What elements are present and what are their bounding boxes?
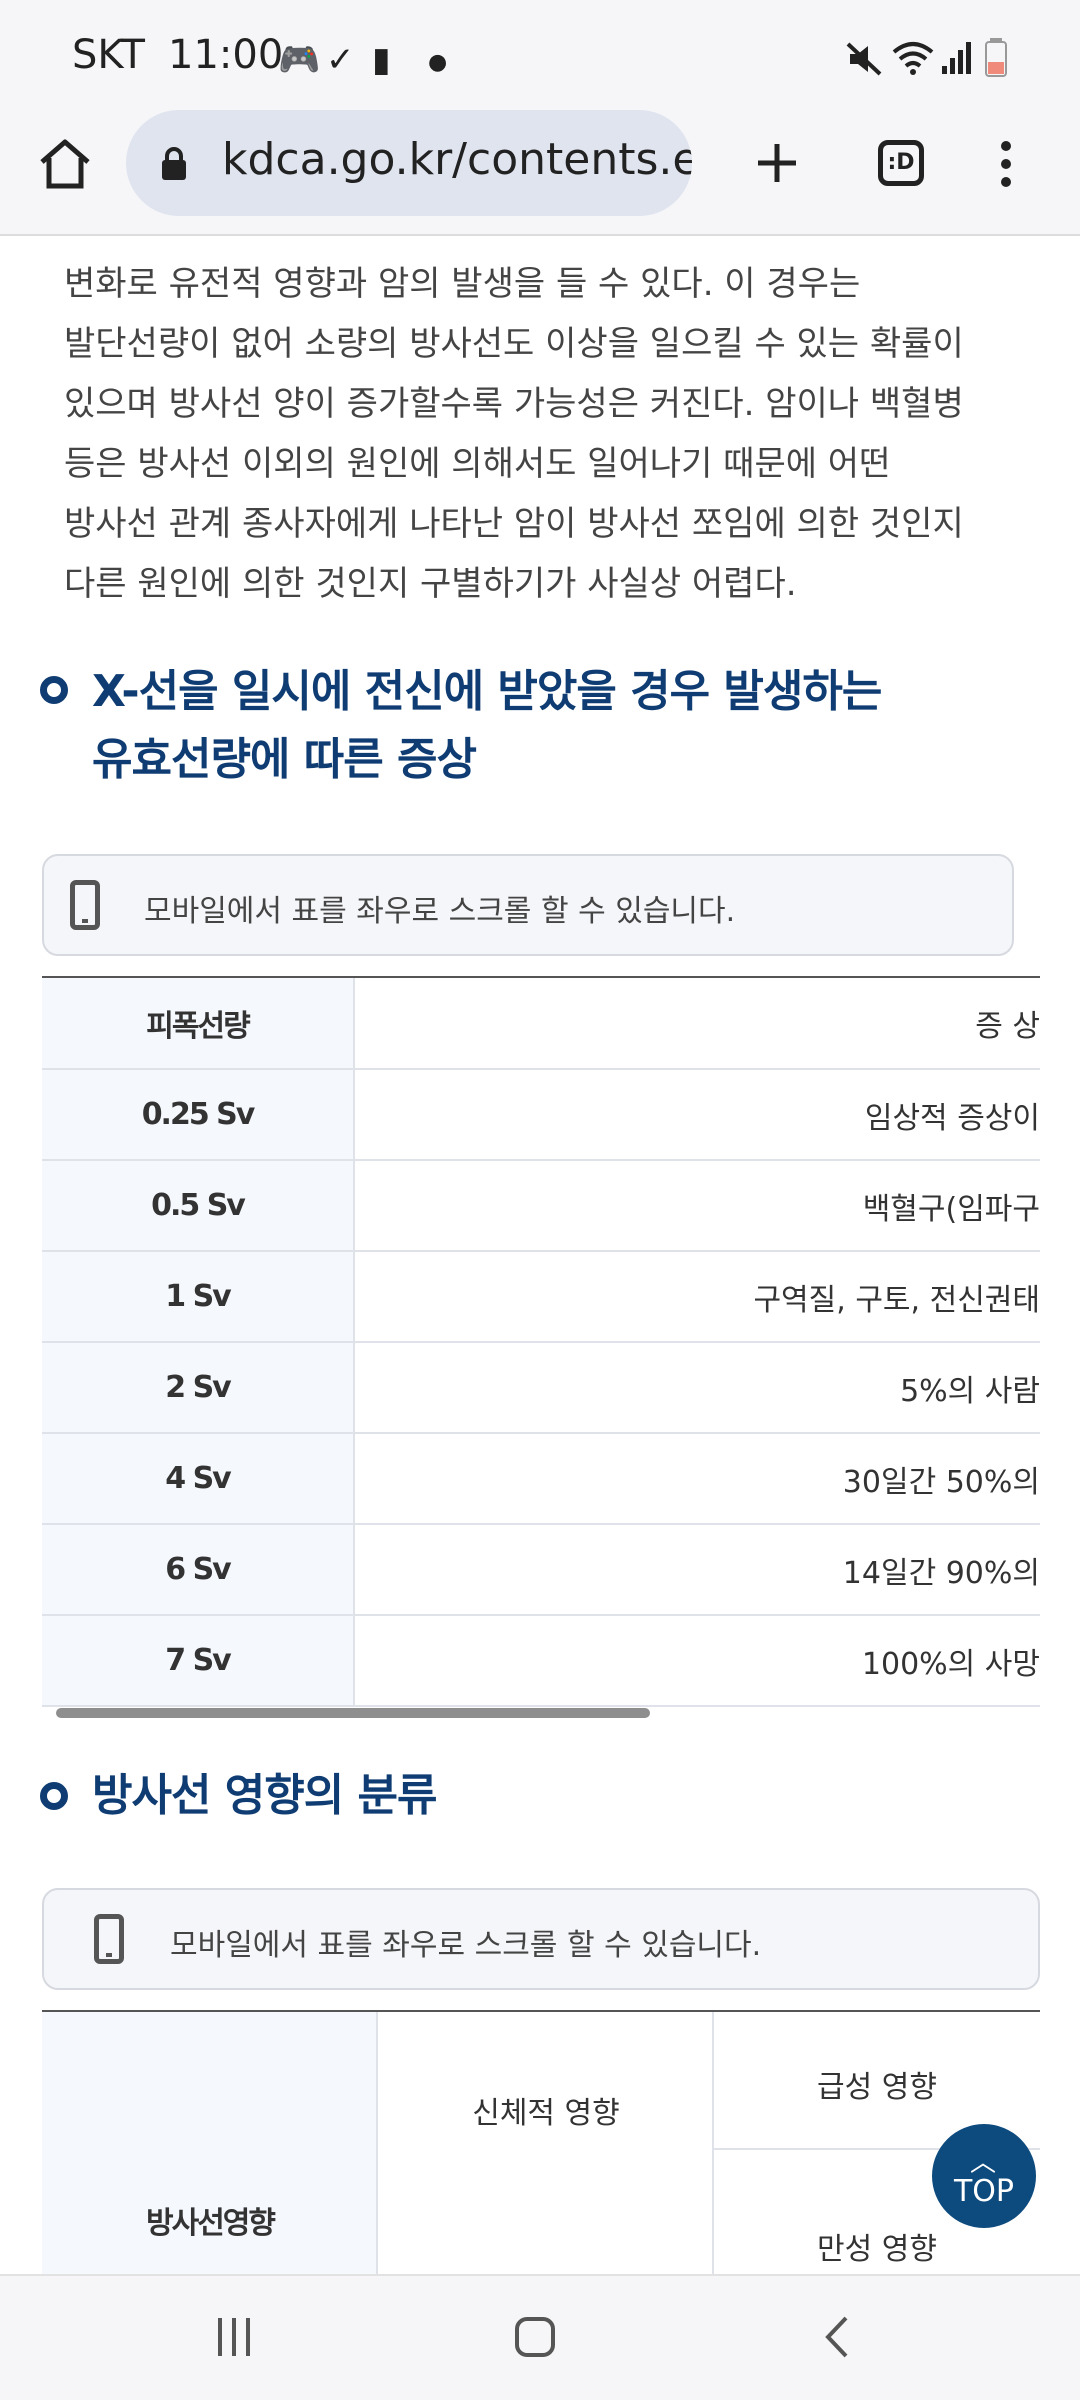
more-menu-icon[interactable] bbox=[996, 138, 1016, 190]
carrier-label: SKT bbox=[72, 32, 145, 78]
section-bullet-icon bbox=[40, 676, 68, 704]
check-download-icon: ✓ bbox=[326, 40, 355, 80]
physical-effect-cell: 신체적 영향 bbox=[378, 2012, 714, 2274]
row-header-label: 방사선영향 bbox=[146, 2206, 276, 2241]
section-title: X-선을 일시에 전신에 받았을 경우 발생하는 유효선량에 따른 증상 bbox=[92, 658, 882, 794]
table-row: 0.25 Sv 임상적 증상이 bbox=[42, 1069, 1040, 1161]
chronic-effect-label: 만성 영향 bbox=[817, 2232, 937, 2267]
table-row: 1 Sv 구역질, 구토, 전신권태 bbox=[42, 1251, 1040, 1343]
table-horizontal-scrollbar[interactable] bbox=[56, 1708, 650, 1718]
system-navigation-bar bbox=[0, 2274, 1080, 2400]
recent-apps-icon[interactable] bbox=[214, 2316, 254, 2358]
scroll-to-top-button[interactable]: ︿ TOP bbox=[932, 2124, 1036, 2228]
intro-line: 변화로 유전적 영향과 암의 발생을 들 수 있다. 이 경우는 bbox=[64, 264, 861, 304]
scroll-notice: 모바일에서 표를 좌우로 스크롤 할 수 있습니다. bbox=[42, 854, 1014, 956]
signal-icon bbox=[942, 42, 971, 74]
dose-cell: 7 Sv bbox=[42, 1615, 355, 1707]
symptom-cell: 임상적 증상이 bbox=[354, 1069, 1040, 1161]
intro-line: 다른 원인에 의한 것인지 구별하기가 사실상 어렵다. bbox=[64, 564, 797, 604]
section-title-line: 유효선량에 따른 증상 bbox=[92, 734, 477, 785]
status-bar: SKT 11:00 🎮 ✓ ▮ ● bbox=[0, 0, 1080, 118]
url-text: kdca.go.kr/contents.es bbox=[222, 134, 692, 185]
table-row: 6 Sv 14일간 90%의 bbox=[42, 1524, 1040, 1616]
dose-cell: 0.25 Sv bbox=[42, 1069, 355, 1161]
dose-symptom-table: 피폭선량 증 상 0.25 Sv 임상적 증상이 0.5 Sv 백혈구(임파구 … bbox=[42, 978, 1040, 1707]
table-row: 4 Sv 30일간 50%의 bbox=[42, 1433, 1040, 1525]
table-row: 0.5 Sv 백혈구(임파구 bbox=[42, 1160, 1040, 1252]
dose-cell: 4 Sv bbox=[42, 1433, 355, 1525]
symptom-cell: 구역질, 구토, 전신권태 bbox=[354, 1251, 1040, 1343]
symptom-cell: 백혈구(임파구 bbox=[354, 1160, 1040, 1252]
home-icon[interactable] bbox=[38, 138, 92, 190]
symptom-cell: 5%의 사람 bbox=[354, 1342, 1040, 1434]
dose-cell: 2 Sv bbox=[42, 1342, 355, 1434]
scroll-notice: 모바일에서 표를 좌우로 스크롤 할 수 있습니다. bbox=[42, 1888, 1040, 1990]
home-nav-icon[interactable] bbox=[514, 2314, 556, 2360]
dose-cell: 0.5 Sv bbox=[42, 1160, 355, 1252]
lock-icon bbox=[162, 147, 186, 180]
header-symptom: 증 상 bbox=[354, 978, 1040, 1070]
intro-line: 있으며 방사선 양이 증가할수록 가능성은 커진다. 암이나 백혈병 bbox=[64, 384, 964, 424]
battery-icon bbox=[985, 38, 1007, 77]
table-header-row: 피폭선량 증 상 bbox=[42, 978, 1040, 1070]
back-icon[interactable] bbox=[822, 2314, 852, 2360]
section-title: 방사선 영향의 분류 bbox=[92, 1770, 437, 1821]
scroll-notice-text: 모바일에서 표를 좌우로 스크롤 할 수 있습니다. bbox=[170, 1928, 762, 1963]
symptom-cell: 100%의 사망 bbox=[354, 1615, 1040, 1707]
physical-effect-label: 신체적 영향 bbox=[472, 2096, 620, 2131]
mobile-phone-icon bbox=[70, 880, 100, 930]
dose-cell: 1 Sv bbox=[42, 1251, 355, 1343]
classification-row-header: 방사선영향 bbox=[42, 2012, 378, 2274]
intro-paragraph: 변화로 유전적 영향과 암의 발생을 들 수 있다. 이 경우는 발단선량이 없… bbox=[64, 254, 1044, 614]
dot-icon: ● bbox=[428, 50, 448, 75]
intro-line: 등은 방사선 이외의 원인에 의해서도 일어나기 때문에 어떤 bbox=[64, 444, 891, 484]
game-controller-icon: 🎮 bbox=[278, 40, 321, 80]
scroll-notice-text: 모바일에서 표를 좌우로 스크롤 할 수 있습니다. bbox=[144, 894, 736, 929]
acute-effect-label: 급성 영향 bbox=[817, 2070, 937, 2105]
symptom-cell: 30일간 50%의 bbox=[354, 1433, 1040, 1525]
address-bar[interactable]: kdca.go.kr/contents.es bbox=[126, 110, 692, 216]
battery-alert-icon: ▮ bbox=[372, 40, 391, 80]
new-tab-icon[interactable] bbox=[754, 140, 800, 186]
dose-cell: 6 Sv bbox=[42, 1524, 355, 1616]
clock: 11:00 bbox=[168, 32, 284, 78]
table-row: 2 Sv 5%의 사람 bbox=[42, 1342, 1040, 1434]
symptom-cell: 14일간 90%의 bbox=[354, 1524, 1040, 1616]
mobile-phone-icon bbox=[94, 1914, 124, 1964]
intro-line: 방사선 관계 종사자에게 나타난 암이 방사선 쪼임에 의한 것인지 bbox=[64, 504, 964, 544]
section-bullet-icon bbox=[40, 1782, 68, 1810]
mute-icon bbox=[846, 42, 882, 76]
table-row: 7 Sv 100%의 사망 bbox=[42, 1615, 1040, 1707]
tab-switcher-button[interactable]: :D bbox=[878, 140, 924, 186]
header-dose: 피폭선량 bbox=[42, 978, 355, 1070]
intro-line: 발단선량이 없어 소량의 방사선도 이상을 일으킬 수 있는 확률이 bbox=[64, 324, 964, 364]
wifi-icon bbox=[892, 42, 934, 75]
section-title-line: X-선을 일시에 전신에 받았을 경우 발생하는 bbox=[92, 666, 882, 717]
top-button-label: TOP bbox=[953, 2174, 1015, 2209]
